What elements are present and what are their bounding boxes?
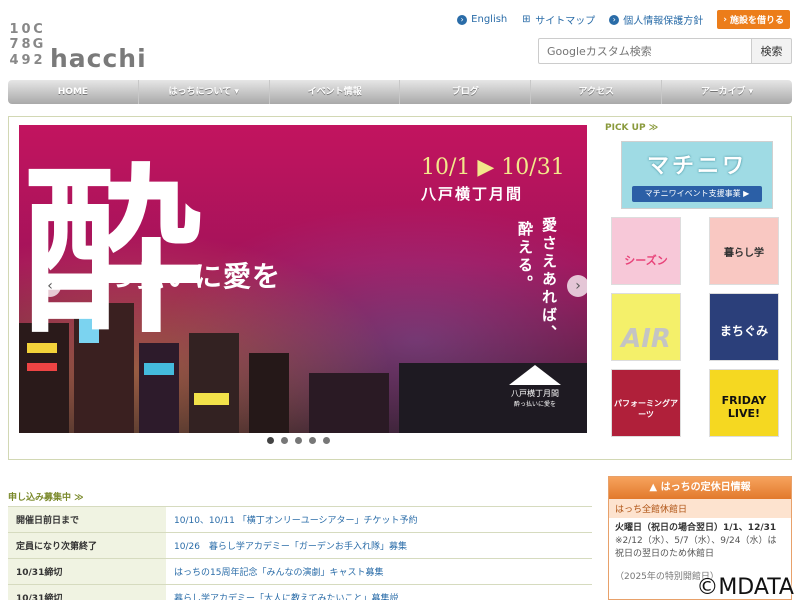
slider-prev-button[interactable]: ‹ <box>39 275 61 297</box>
slider-dot[interactable] <box>323 437 330 444</box>
watermark: ©MDATA <box>696 575 794 600</box>
arrow-circle-icon: › <box>457 14 468 25</box>
deadline-label: 開催日前日まで <box>8 506 166 533</box>
mountain-icon <box>509 365 561 385</box>
search-form: 検索 <box>538 38 792 64</box>
logo-text: hacchi <box>50 44 147 73</box>
pickup-title: PICK UP ≫ <box>605 123 659 133</box>
applications-table: 開催日前日まで 10/10、10/11 「横丁オンリーユーシアター」チケット予約… <box>8 506 592 600</box>
nav-events[interactable]: イベント情報 <box>270 80 401 104</box>
drunk-kanji-graphic: 酔 <box>23 147 203 345</box>
applications-title: 申し込み募集中 ≫ <box>8 493 84 503</box>
table-row: 開催日前日まで 10/10、10/11 「横丁オンリーユーシアター」チケット予約 <box>8 506 592 533</box>
search-button[interactable]: 検索 <box>752 38 792 64</box>
slider-next-button[interactable]: › <box>567 275 587 297</box>
main-nav: HOME はっちについて ▾ イベント情報 ブログ アクセス アーカイブ ▾ <box>8 80 792 104</box>
slider-headline: っ払いに愛を <box>107 260 282 293</box>
tile-performing-arts[interactable]: パフォーミングアーツ <box>611 369 681 437</box>
arrow-circle-icon: › <box>609 14 620 25</box>
table-row: 10/31締切 はっちの15周年記念「みんなの演劇」キャスト募集 <box>8 558 592 585</box>
nav-archive[interactable]: アーカイブ ▾ <box>662 80 792 104</box>
slider-tagline-1: 愛さえあれば、 <box>540 217 558 343</box>
site-logo[interactable]: 10C 78G 492 hacchi <box>8 22 145 73</box>
hero-slider[interactable]: 酔 10/1 ▶ 10/31 八戸横丁月間 っ払いに愛を 愛さえあれば、 酔える… <box>19 125 587 433</box>
tile-kurashi[interactable]: 暮らし学 <box>709 217 779 285</box>
tile-seasons[interactable]: シーズン <box>611 217 681 285</box>
slider-dot[interactable] <box>267 437 274 444</box>
english-link[interactable]: › English <box>457 14 507 25</box>
nav-access[interactable]: アクセス <box>531 80 663 104</box>
tile-friday-live[interactable]: FRIDAY LIVE! <box>709 369 779 437</box>
slider-tagline-2: 酔える。 <box>516 221 534 293</box>
table-row: 10/31締切 暮らし学アカデミー「大人に教えてみたいこと」募集説 <box>8 584 592 600</box>
nav-home[interactable]: HOME <box>8 80 139 104</box>
top-links: › English ⊞ サイトマップ › 個人情報保護方針 › 施設を借りる <box>457 10 790 29</box>
tile-air[interactable]: AIR <box>611 293 681 361</box>
facility-rental-button[interactable]: › 施設を借りる <box>717 10 790 29</box>
deadline-label: 定員になり次第終了 <box>8 532 166 559</box>
search-input[interactable] <box>538 38 752 64</box>
event-date: 10/1 ▶ 10/31 <box>421 155 565 180</box>
privacy-link[interactable]: › 個人情報保護方針 <box>609 12 703 27</box>
tile-machigumi[interactable]: まちぐみ <box>709 293 779 361</box>
table-row: 定員になり次第終了 10/26 暮らし学アカデミー「ガーデンお手入れ隊」募集 <box>8 532 592 559</box>
closed-days-subtitle: はっち全館休館日 <box>609 499 791 518</box>
feature-panel: 酔 10/1 ▶ 10/31 八戸横丁月間 っ払いに愛を 愛さえあれば、 酔える… <box>8 116 792 460</box>
arrow-circle-icon: › <box>723 14 727 25</box>
application-link[interactable]: 10/10、10/11 「横丁オンリーユーシアター」チケット予約 <box>166 506 592 533</box>
slider-pagination <box>267 437 330 444</box>
machiniwa-banner[interactable]: マチニワ マチニワイベント支援事業 ▶ <box>621 141 773 209</box>
slider-dot[interactable] <box>309 437 316 444</box>
closed-days-title: ▲ はっちの定休日情報 <box>609 477 791 499</box>
logo-mark: 10C 78G 492 <box>9 22 44 68</box>
nav-about[interactable]: はっちについて ▾ <box>139 80 270 104</box>
nav-blog[interactable]: ブログ <box>400 80 532 104</box>
sitemap-icon: ⊞ <box>522 13 531 25</box>
application-link[interactable]: はっちの15周年記念「みんなの演劇」キャスト募集 <box>166 558 592 585</box>
deadline-label: 10/31締切 <box>8 558 166 585</box>
deadline-label: 10/31締切 <box>8 584 166 600</box>
sitemap-link[interactable]: ⊞ サイトマップ <box>521 12 595 27</box>
application-link[interactable]: 10/26 暮らし学アカデミー「ガーデンお手入れ隊」募集 <box>166 532 592 559</box>
event-title: 八戸横丁月間 <box>421 185 524 203</box>
application-link[interactable]: 暮らし学アカデミー「大人に教えてみたいこと」募集説 <box>166 584 592 600</box>
svg-text:酔: 酔 <box>23 147 203 345</box>
event-logo: 八戸横丁月間 酔っ払いに愛を <box>505 365 565 408</box>
slider-dot[interactable] <box>281 437 288 444</box>
slider-dot[interactable] <box>295 437 302 444</box>
